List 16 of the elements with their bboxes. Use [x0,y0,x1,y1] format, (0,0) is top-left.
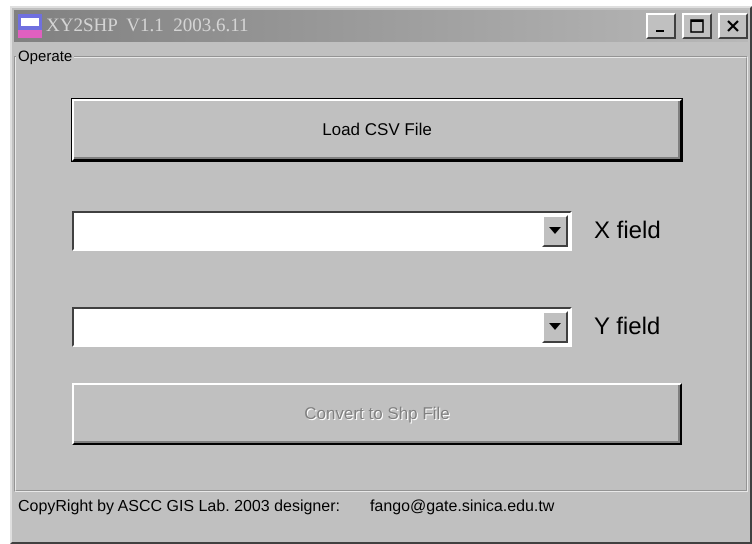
copyright-text: CopyRight by ASCC GIS Lab. 2003 designer: [18,498,340,516]
field-dropdown[interactable] [72,307,572,347]
field-label: X field [594,217,661,245]
window-title: XY2SHP V1.1 2003.6.11 [46,15,250,37]
group-label: Operate [17,48,74,65]
close-icon [726,19,740,33]
load-csv-button[interactable]: Load CSV File [72,99,682,161]
field-label: Y field [594,313,660,341]
minimize-icon [656,30,664,32]
close-button[interactable] [718,13,748,39]
minimize-button[interactable] [646,13,676,39]
maximize-icon [690,19,704,33]
email-text: fango@gate.sinica.edu.tw [370,498,554,516]
field-dropdown[interactable] [72,211,572,251]
app-logo-icon [18,14,42,38]
maximize-button[interactable] [682,13,712,39]
